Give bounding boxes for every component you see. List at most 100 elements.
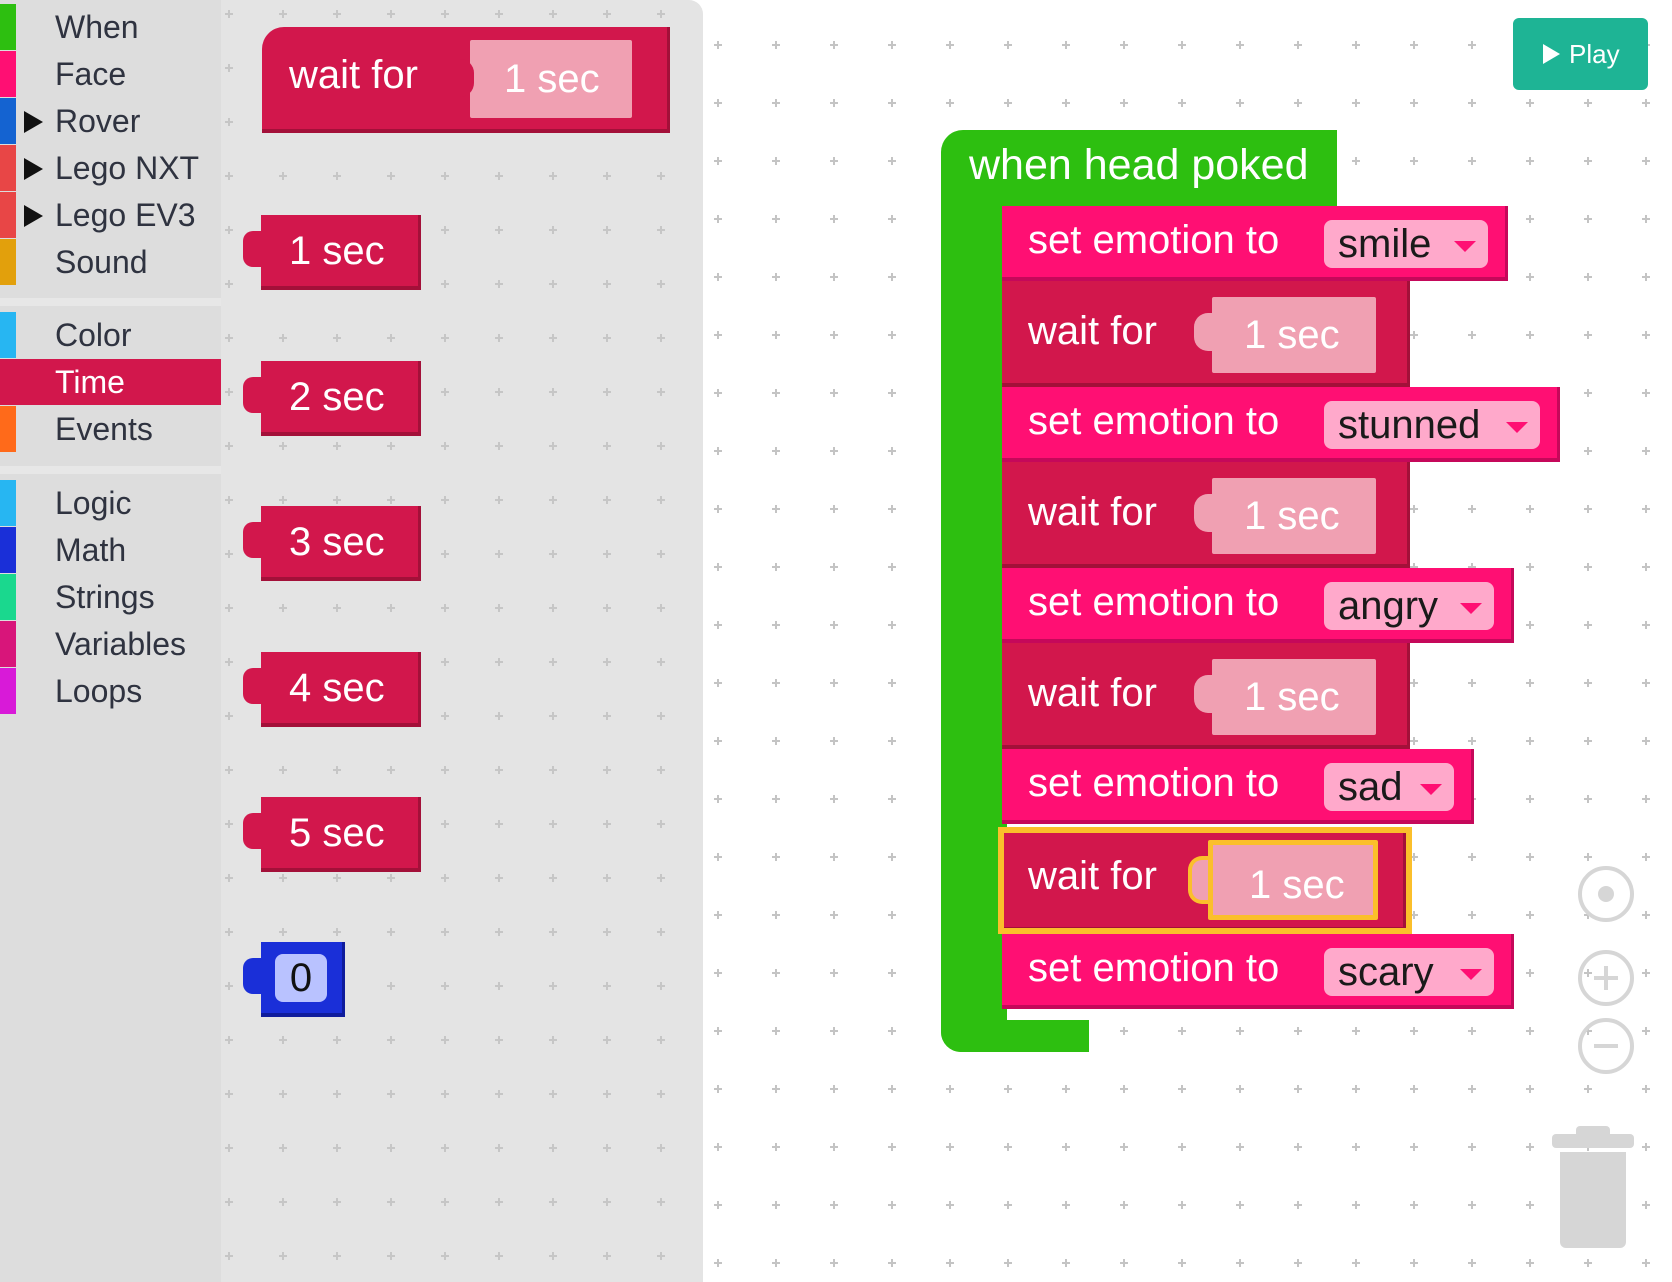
dropdown-caret-icon xyxy=(1506,422,1528,433)
category-color-swatch xyxy=(0,406,16,452)
category-color-swatch xyxy=(0,145,16,191)
category-color-swatch xyxy=(0,192,16,238)
dropdown-caret-icon xyxy=(1460,969,1482,980)
category-label: When xyxy=(55,9,139,45)
category-label: Face xyxy=(55,56,127,92)
category-color-swatch xyxy=(0,574,16,620)
block-label: wait for xyxy=(289,53,418,97)
recenter-icon[interactable] xyxy=(1578,866,1634,922)
expand-arrow-icon[interactable] xyxy=(24,158,43,180)
duration-label: 2 sec xyxy=(289,375,385,419)
set-emotion-block[interactable]: set emotion to scary xyxy=(1002,934,1514,1009)
event-block-when-head-poked[interactable]: when head poked xyxy=(941,130,1337,208)
category-time[interactable]: Time xyxy=(0,359,221,405)
set-emotion-block[interactable]: set emotion to sad xyxy=(1002,749,1474,824)
block-label: set emotion to xyxy=(1028,580,1280,624)
zoom-in-vertical xyxy=(1604,966,1608,990)
flyout-duration-block[interactable]: 4 sec xyxy=(243,652,421,727)
wait-for-block[interactable]: wait for 1 sec xyxy=(1002,281,1410,387)
duration-input[interactable]: 1 sec xyxy=(1212,659,1376,735)
category-label: Lego NXT xyxy=(55,150,200,186)
category-color-swatch xyxy=(0,51,16,97)
trash-body xyxy=(1560,1152,1626,1248)
category-color-swatch xyxy=(0,527,16,573)
category-lego-ev3[interactable]: Lego EV3 xyxy=(0,192,221,238)
category-events[interactable]: Events xyxy=(0,406,221,452)
emotion-dropdown[interactable]: sad xyxy=(1324,763,1454,811)
play-button[interactable]: Play xyxy=(1513,18,1648,90)
dropdown-caret-icon xyxy=(1454,241,1476,252)
duration-input[interactable]: 1 sec xyxy=(1212,478,1376,554)
flyout-duration-block[interactable]: 5 sec xyxy=(243,797,421,872)
flyout-grid xyxy=(221,0,703,1282)
flyout-wait-for-block[interactable]: wait for 1 sec xyxy=(262,27,670,133)
block-label: set emotion to xyxy=(1028,761,1280,805)
category-color-swatch xyxy=(0,480,16,526)
category-variables[interactable]: Variables xyxy=(0,621,221,667)
block-label: set emotion to xyxy=(1028,399,1280,443)
output-tab xyxy=(243,522,267,558)
toolbox: When Face Rover Lego NXT Lego EV3 Sound … xyxy=(0,0,221,1282)
category-label: Lego EV3 xyxy=(55,197,196,233)
category-color-swatch xyxy=(0,312,16,358)
category-label: Strings xyxy=(55,579,155,615)
duration-value: 1 sec xyxy=(504,57,600,101)
emotion-dropdown[interactable]: scary xyxy=(1324,948,1494,996)
category-color-swatch xyxy=(0,4,16,50)
flyout-duration-block[interactable]: 2 sec xyxy=(243,361,421,436)
expand-arrow-icon[interactable] xyxy=(24,111,43,133)
flyout-duration-block[interactable]: 1 sec xyxy=(243,215,421,290)
category-label: Color xyxy=(55,317,132,353)
category-sound[interactable]: Sound xyxy=(0,239,221,285)
category-color-swatch xyxy=(0,359,16,405)
duration-input[interactable]: 1 sec xyxy=(470,40,632,118)
block-label: wait for xyxy=(1028,490,1157,534)
category-logic[interactable]: Logic xyxy=(0,480,221,526)
flyout-duration-block[interactable]: 3 sec xyxy=(243,506,421,581)
emotion-value: stunned xyxy=(1338,403,1481,447)
category-face[interactable]: Face xyxy=(0,51,221,97)
expand-arrow-icon[interactable] xyxy=(24,205,43,227)
duration-value: 1 sec xyxy=(1244,675,1340,719)
emotion-value: angry xyxy=(1338,584,1439,628)
duration-input[interactable]: 1 sec xyxy=(1212,297,1376,373)
category-lego-nxt[interactable]: Lego NXT xyxy=(0,145,221,191)
block-label: wait for xyxy=(1028,309,1157,353)
category-math[interactable]: Math xyxy=(0,527,221,573)
number-field[interactable]: 0 xyxy=(275,954,327,1002)
input-socket xyxy=(448,59,474,97)
set-emotion-block[interactable]: set emotion to smile xyxy=(1002,206,1508,281)
wait-for-block[interactable]: wait for 1 sec xyxy=(1002,643,1410,749)
block-flyout xyxy=(221,0,703,1282)
selection-highlight xyxy=(998,827,1412,934)
category-rover[interactable]: Rover xyxy=(0,98,221,144)
emotion-dropdown[interactable]: stunned xyxy=(1324,401,1540,449)
block-label: set emotion to xyxy=(1028,218,1280,262)
category-loops[interactable]: Loops xyxy=(0,668,221,714)
category-color[interactable]: Color xyxy=(0,312,221,358)
duration-value: 1 sec xyxy=(1244,313,1340,357)
trash-lid xyxy=(1552,1134,1634,1148)
set-emotion-block[interactable]: set emotion to stunned xyxy=(1002,387,1560,462)
emotion-value: scary xyxy=(1338,950,1434,994)
category-strings[interactable]: Strings xyxy=(0,574,221,620)
category-label: Logic xyxy=(55,485,132,521)
zoom-out-icon[interactable] xyxy=(1578,1018,1634,1074)
emotion-dropdown[interactable]: angry xyxy=(1324,582,1494,630)
set-emotion-block[interactable]: set emotion to angry xyxy=(1002,568,1514,643)
zoom-in-icon[interactable] xyxy=(1578,950,1634,1006)
duration-label: 3 sec xyxy=(289,520,385,564)
emotion-dropdown[interactable]: smile xyxy=(1324,220,1488,268)
play-icon xyxy=(1543,44,1560,64)
category-label: Events xyxy=(55,411,153,447)
category-when[interactable]: When xyxy=(0,4,221,50)
event-block-footer xyxy=(941,1020,1089,1052)
event-label: when head poked xyxy=(969,141,1309,189)
duration-value: 1 sec xyxy=(1244,494,1340,538)
wait-for-block[interactable]: wait for 1 sec xyxy=(1002,462,1410,568)
output-tab xyxy=(243,377,267,413)
category-label: Time xyxy=(55,364,125,400)
play-label: Play xyxy=(1569,39,1620,69)
flyout-number-block[interactable]: 0 xyxy=(243,942,345,1017)
category-color-swatch xyxy=(0,621,16,667)
